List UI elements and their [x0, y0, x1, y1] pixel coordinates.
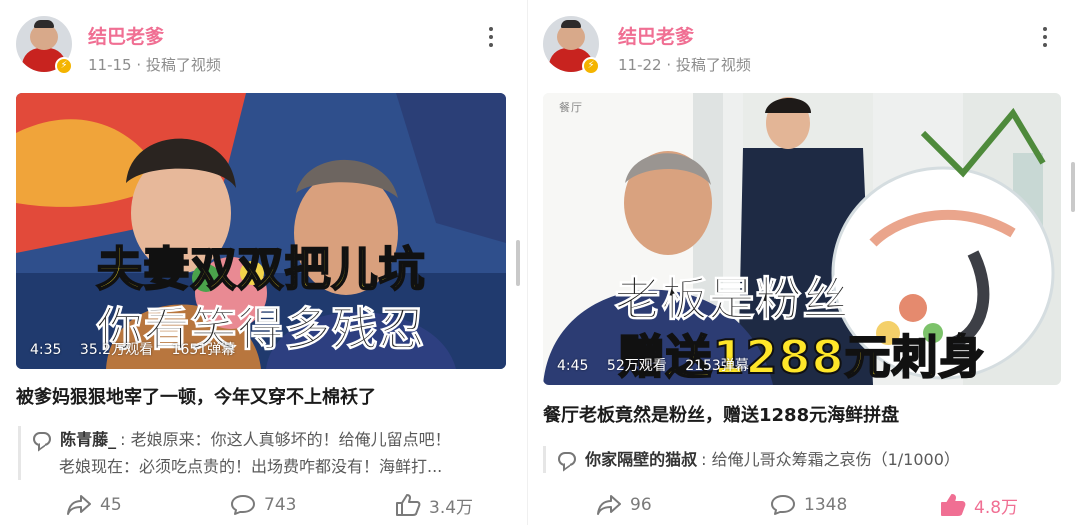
comment-count: 1348 — [804, 495, 848, 515]
comment-text: 给俺儿哥众筹霜之哀伤（1/1000） — [711, 450, 960, 469]
video-duration: 4:45 — [557, 358, 589, 374]
like-button[interactable]: 4.8万 — [940, 490, 1018, 520]
thumbnail-caption-line2: 赠送1288元刺身 — [617, 329, 986, 385]
video-duration: 4:35 — [30, 342, 62, 358]
video-title[interactable]: 被爹妈狠狠地宰了一顿，今年又穿不上棉袄了 — [16, 383, 376, 409]
more-icon[interactable] — [1042, 27, 1048, 49]
video-title[interactable]: 餐厅老板竟然是粉丝，赠送1288元海鲜拼盘 — [543, 401, 899, 427]
danmaku-count: 1651弹幕 — [171, 342, 236, 358]
feed-card-1[interactable]: ⚡ 结巴老爹 11-15 · 投稿了视频 夫妻双双把儿坑 你看笑得多残忍 4:3… — [0, 0, 528, 525]
thumbnail-caption-line1: 老板是粉丝 — [614, 272, 850, 327]
comment-user[interactable]: 你家隔壁的猫叔 — [585, 450, 697, 469]
comment-user[interactable]: 陈青藤_ — [60, 430, 116, 449]
like-icon — [941, 494, 966, 516]
feed-card-2[interactable]: ⚡ 结巴老爹 11-22 · 投稿了视频 餐厅 老板是粉丝 赠送1288元刺身 … — [528, 0, 1080, 525]
scrollbar-thumb[interactable] — [516, 240, 520, 286]
share-icon — [67, 495, 91, 515]
comment-preview[interactable]: 陈青藤_: 老娘原来：你这人真够坏的！给俺儿留点吧！ 老娘现在：必须吃点贵的！出… — [18, 426, 506, 480]
more-icon[interactable] — [488, 27, 494, 49]
comment-line: 老娘现在：必须吃点贵的！出场费咋都没有！海鲜打... — [33, 453, 506, 480]
like-count: 3.4万 — [429, 497, 474, 518]
like-icon — [396, 494, 421, 516]
scrollbar-thumb[interactable] — [1071, 162, 1075, 212]
verified-badge-icon: ⚡ — [582, 57, 600, 75]
restaurant-sign-text: 餐厅 — [559, 101, 583, 114]
username[interactable]: 结巴老爹 — [88, 22, 164, 49]
comment-line: 陈青藤_: 老娘原来：你这人真够坏的！给俺儿留点吧！ — [33, 426, 506, 453]
comment-line: 你家隔壁的猫叔: 给俺儿哥众筹霜之哀伤（1/1000） — [558, 446, 1053, 473]
verified-badge-icon: ⚡ — [55, 57, 73, 75]
video-thumbnail[interactable]: 夫妻双双把儿坑 你看笑得多残忍 4:35 35.2万观看 1651弹幕 — [16, 93, 506, 369]
thumbnail-caption-line1: 夫妻双双把儿坑 — [96, 241, 426, 297]
post-meta: 11-22 · 投稿了视频 — [618, 54, 751, 75]
video-thumbnail[interactable]: 餐厅 老板是粉丝 赠送1288元刺身 4:45 52万观看 2153弹幕 — [543, 93, 1061, 385]
danmaku-count: 2153弹幕 — [685, 358, 749, 374]
comment-icon — [231, 495, 255, 515]
view-count: 35.2万观看 — [79, 342, 154, 358]
comment-bubble-icon — [558, 452, 576, 466]
video-stats: 4:35 35.2万观看 1651弹幕 — [30, 339, 249, 359]
comment-icon — [771, 495, 795, 515]
like-button[interactable]: 3.4万 — [395, 490, 473, 520]
comment-button[interactable]: 1348 — [770, 490, 847, 520]
comment-count: 743 — [264, 495, 297, 515]
post-action: · 投稿了视频 — [666, 56, 751, 74]
post-action: · 投稿了视频 — [136, 56, 221, 74]
share-count: 45 — [100, 495, 122, 515]
share-button[interactable]: 96 — [596, 490, 652, 520]
comment-text: 老娘现在：必须吃点贵的！出场费咋都没有！海鲜打... — [59, 457, 443, 476]
comment-bubble-icon — [33, 432, 51, 446]
view-count: 52万观看 — [606, 358, 667, 374]
action-bar: 96 1348 4.8万 — [528, 490, 1080, 520]
username[interactable]: 结巴老爹 — [618, 22, 694, 49]
post-meta: 11-15 · 投稿了视频 — [88, 54, 221, 75]
comment-preview[interactable]: 你家隔壁的猫叔: 给俺儿哥众筹霜之哀伤（1/1000） — [543, 446, 1053, 473]
share-button[interactable]: 45 — [66, 490, 122, 520]
post-date: 11-15 — [88, 56, 132, 74]
share-count: 96 — [630, 495, 652, 515]
action-bar: 45 743 3.4万 — [0, 490, 528, 520]
video-stats: 4:45 52万观看 2153弹幕 — [557, 355, 763, 375]
like-count: 4.8万 — [974, 497, 1019, 518]
share-icon — [597, 495, 621, 515]
comment-button[interactable]: 743 — [230, 490, 296, 520]
post-date: 11-22 — [618, 56, 662, 74]
comment-text: 老娘原来：你这人真够坏的！给俺儿留点吧！ — [130, 430, 451, 449]
